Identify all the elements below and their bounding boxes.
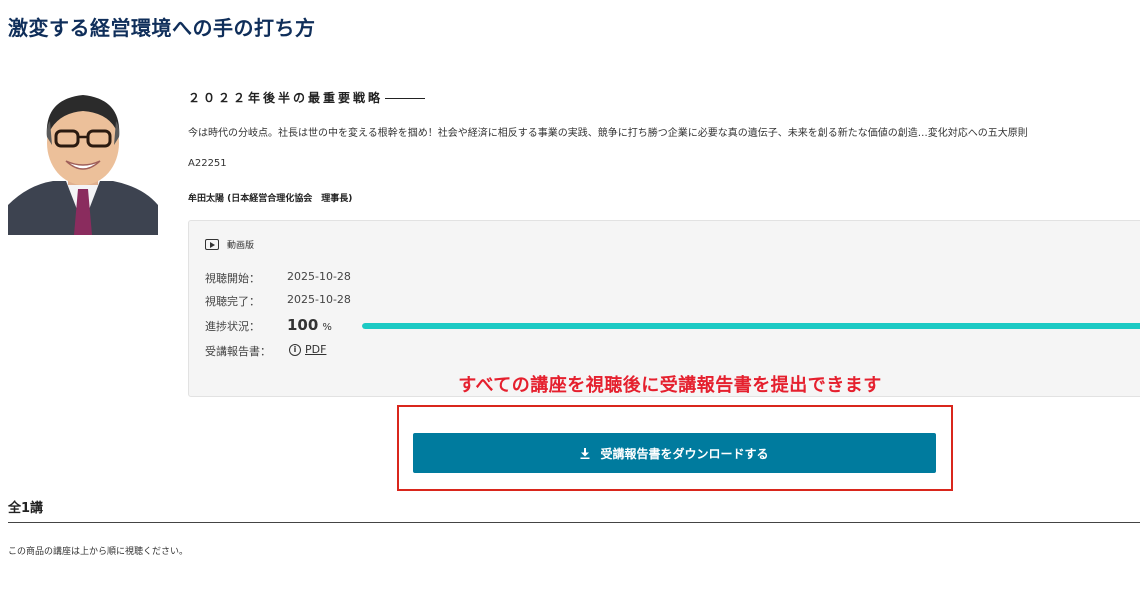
pdf-link-text: PDF: [305, 343, 327, 356]
lecturer-photo-image: [8, 85, 158, 235]
page-title: 激変する経営環境への手の打ち方: [8, 16, 316, 40]
download-report-button[interactable]: 受講報告書をダウンロードする: [413, 433, 936, 473]
course-heading: ２０２２年後半の最重要戦略: [188, 89, 426, 106]
course-description: 今は時代の分岐点。社長は世の中を変える根幹を掴め！社会や経済に相反する事業の実践…: [188, 128, 1028, 139]
format-tag: 動画版: [205, 238, 254, 251]
format-label: 動画版: [227, 241, 255, 251]
progress-unit: %: [322, 322, 332, 333]
section-divider: [8, 522, 1140, 523]
end-value: 2025-10-28: [287, 293, 351, 306]
progress-value: 100: [287, 316, 319, 334]
report-label: 受講報告書：: [205, 345, 271, 358]
course-heading-text: ２０２２年後半の最重要戦略: [188, 91, 384, 105]
report-notice: すべての講座を視聴後に受講報告書を提出できます: [458, 375, 882, 396]
start-value: 2025-10-28: [287, 270, 351, 283]
lecturer-name: 牟田太陽 (日本経営合理化協会 理事長): [188, 194, 353, 204]
course-code: A22251: [188, 158, 227, 169]
progress-bar: [362, 323, 1140, 329]
video-play-icon: [205, 239, 219, 250]
progress-bar-fill: [362, 323, 1140, 329]
viewing-instruction: この商品の講座は上から順に視聴ください。: [8, 547, 189, 557]
end-label: 視聴完了：: [205, 295, 260, 308]
report-pdf-link[interactable]: i PDF: [289, 343, 326, 356]
start-label: 視聴開始：: [205, 272, 260, 285]
info-circle-icon: i: [289, 343, 301, 356]
download-icon: [580, 447, 590, 459]
total-lessons: 全1講: [8, 501, 44, 516]
page: 激変する経営環境への手の打ち方 ２０２２年後半の最重要戦略 今は時代の分岐点。社…: [0, 0, 1140, 600]
heading-dash: [385, 98, 426, 99]
download-button-label: 受講報告書をダウンロードする: [600, 446, 769, 461]
progress-readout: 100%: [287, 315, 332, 334]
lecturer-photo: [8, 85, 158, 235]
progress-label: 進捗状況：: [205, 320, 260, 333]
